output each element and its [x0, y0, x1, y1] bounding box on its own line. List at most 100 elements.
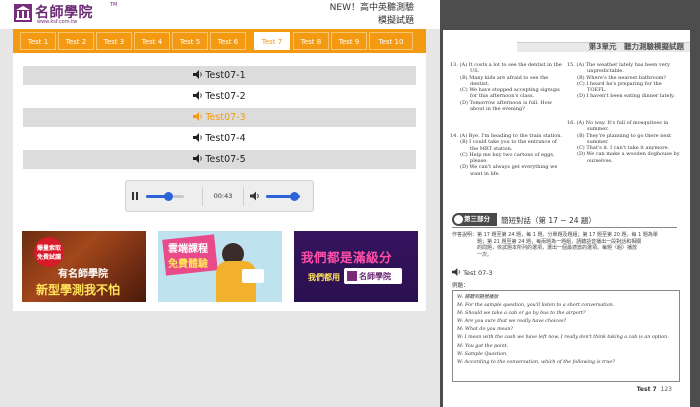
audio-track-item[interactable]: Test07-4 — [23, 129, 416, 148]
transcript-line: W: According to the conversation, which … — [457, 359, 615, 365]
banner-headline: 我們都是滿級分 — [301, 250, 393, 265]
tab-test-9[interactable]: Test 9 — [331, 32, 367, 50]
website-pane: 名師學院 TM www.ksf.com.tw NEW！高中英聽測驗 模擬試題 T… — [0, 0, 440, 407]
banner-subhead: 新型學測我不怕 — [36, 283, 121, 297]
audio-track-item[interactable]: Test07-1 — [23, 66, 416, 85]
footer-test-label: Test 7 — [636, 386, 657, 393]
question-line: (D) We can't always get everything we — [460, 164, 558, 171]
tab-test-7[interactable]: Test 7 — [254, 32, 290, 50]
instruction-line: 的問題，依試題本所列的選項，選出一個最適當的選項。每題（組）播放 — [477, 245, 638, 252]
section-divider — [452, 227, 677, 228]
question-14: 14. (A) Bye. I'm heading to the train st… — [450, 133, 562, 177]
part3-title: 簡短對話（第 17 ~ 24 題） — [501, 216, 596, 225]
speaker-icon — [193, 154, 203, 163]
part3-badge-label: 第三部分 — [464, 215, 490, 223]
textbook-viewer-pane: 第3單元 聽力測驗模擬試題 13. (A) It costs a lot to … — [440, 0, 700, 407]
audio-content-panel: Test07-1 Test07-2 Test07-3 Test07-4 Test… — [13, 53, 426, 311]
instruction-line: 一次。 — [477, 251, 493, 258]
academy-building-icon — [347, 271, 357, 281]
audio-track-label: Test07-1 — [205, 70, 246, 81]
test-tab-bar: Test 1 Test 2 Test 3 Test 4 Test 5 Test … — [13, 29, 426, 53]
question-line: want in life. — [470, 170, 501, 177]
banner-badge-line2: 免費試讀 — [37, 254, 62, 261]
academy-building-icon — [14, 4, 32, 22]
speaker-icon — [193, 91, 203, 100]
speaker-icon — [193, 112, 203, 121]
question-line: (B) They're planning to go there next — [577, 132, 672, 139]
question-15: 15. (A) The weather lately has been very… — [567, 62, 675, 100]
audio-track-item-active[interactable]: Test07-3 — [23, 108, 416, 127]
question-line: about in the evening? — [470, 106, 525, 113]
audio-track-reference-label: Test 07-3 — [463, 269, 493, 277]
transcript-line: M: Should we take a cab or go by bus to … — [457, 311, 586, 317]
transcript-line: M: For the sample question, you'll liste… — [457, 303, 615, 309]
instruction-line: 作答說明：第 17 題至第 24 題，每 1 題，分單題及題組；第 17 題至第… — [452, 232, 658, 238]
volume-icon[interactable] — [250, 191, 261, 201]
tab-test-3[interactable]: Test 3 — [96, 32, 132, 50]
tab-test-10[interactable]: Test 10 — [369, 32, 413, 50]
tab-test-1[interactable]: Test 1 — [20, 32, 56, 50]
example-transcript-box: W: 請聽到題號播放 M: For the sample question, y… — [452, 290, 680, 382]
transcript-line: M: You got the point. — [457, 343, 509, 349]
question-line: 13. (A) It costs a lot to see the dentis… — [450, 62, 562, 68]
transcript-line: W: 請聽到題號播放 — [457, 295, 499, 300]
speaker-icon — [452, 268, 460, 276]
question-line: (B) Where's the nearest bathroom? — [577, 74, 667, 81]
seek-handle[interactable] — [164, 192, 174, 201]
transcript-line: W: I mean with the cash we have left now… — [457, 335, 669, 341]
banner-subhead: 我們都用 — [308, 273, 340, 282]
textbook-page: 第3單元 聽力測驗模擬試題 13. (A) It costs a lot to … — [443, 30, 690, 407]
page-number: 123 — [660, 386, 672, 393]
question-line: 16. (A) No way. It's full of mosquitoes … — [567, 120, 669, 126]
question-line: (D) We can make a wooden doghouse by — [577, 151, 680, 158]
instructions: 作答說明：第 17 題至第 24 題，每 1 題，分單題及題組；第 17 題至第… — [452, 232, 680, 258]
audio-track-label: Test07-2 — [205, 91, 246, 102]
promo-banner-cloud-course[interactable]: 雲端課程 免費體驗 — [158, 231, 282, 302]
transcript-line: M: What do you mean? — [457, 327, 513, 333]
question-16: 16. (A) No way. It's full of mosquitoes … — [567, 120, 680, 164]
audio-track-reference[interactable]: Test 07-3 — [452, 268, 493, 277]
logo-trademark: TM — [110, 2, 118, 8]
question-line: (D) I haven't been eating dinner lately. — [577, 93, 675, 100]
tab-test-8[interactable]: Test 8 — [293, 32, 329, 50]
audio-track-label: Test07-5 — [205, 154, 246, 165]
tab-test-4[interactable]: Test 4 — [134, 32, 170, 50]
laptop-image — [242, 269, 264, 283]
promo-banner-full-score[interactable]: 我們都是滿級分 我們都用 名師學院 — [294, 231, 418, 302]
tab-test-2[interactable]: Test 2 — [58, 32, 94, 50]
banner-title-line1: 雲端課程 — [168, 244, 208, 255]
banner-title-line2: 免費體驗 — [168, 259, 208, 270]
banner-logo-text: 名師學院 — [359, 272, 391, 281]
page-title-line2: 模擬試題 — [377, 16, 414, 26]
tab-test-6[interactable]: Test 6 — [210, 32, 246, 50]
question-line: (C) Help me buy two cartons of eggs, — [460, 151, 555, 158]
pause-icon[interactable] — [130, 191, 140, 201]
banner-headline: 有名師學院 — [58, 269, 108, 280]
page-title-line1: NEW！高中英聽測驗 — [329, 3, 414, 13]
section-dot-icon — [454, 215, 463, 224]
audio-track-label: Test07-4 — [205, 133, 246, 144]
banner-badge-line1: 爆量索取 — [37, 245, 62, 252]
part3-badge: 第三部分 — [452, 213, 497, 226]
question-line: (C) I heard he's preparing for the — [577, 80, 662, 87]
speaker-icon — [193, 70, 203, 79]
volume-handle[interactable] — [290, 192, 300, 201]
site-header: 名師學院 TM www.ksf.com.tw NEW！高中英聽測驗 模擬試題 — [0, 0, 440, 29]
logo-url: www.ksf.com.tw — [37, 19, 78, 25]
elapsed-time: 00:43 — [202, 187, 244, 206]
audio-player: 00:43 — [125, 180, 314, 212]
page-footer: Test 7 123 — [637, 386, 672, 393]
question-line: (B) I could take you to the entrance of — [460, 139, 557, 146]
audio-track-item[interactable]: Test07-5 — [23, 150, 416, 169]
speaker-icon — [193, 133, 203, 142]
promo-banner-free-trial-book[interactable]: 爆量索取 免費試讀 有名師學院 新型學測我不怕 — [22, 231, 146, 302]
page-title: NEW！高中英聽測驗 模擬試題 — [284, 2, 414, 28]
example-label: 例題： — [452, 283, 469, 289]
question-line: (B) Many kids are afraid to see the — [460, 74, 549, 81]
question-13: 13. (A) It costs a lot to see the dentis… — [450, 62, 562, 112]
transcript-line: W: Sample Question. — [457, 351, 508, 357]
tab-test-5[interactable]: Test 5 — [172, 32, 208, 50]
transcript-line: W: Are you sure that we really have choi… — [457, 319, 567, 325]
audio-track-item[interactable]: Test07-2 — [23, 87, 416, 106]
site-logo[interactable]: 名師學院 TM www.ksf.com.tw — [14, 2, 124, 26]
